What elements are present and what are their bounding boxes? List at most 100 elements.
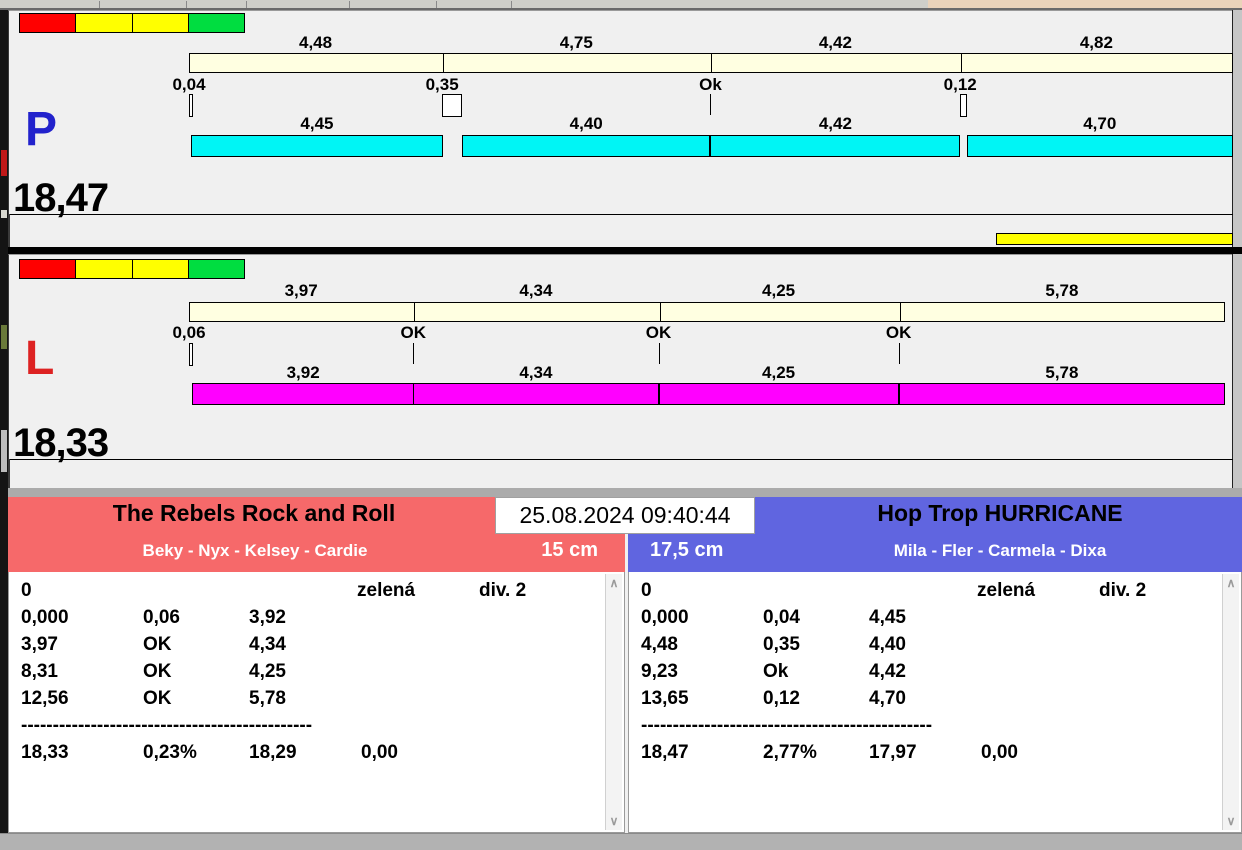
top-toolbar-sliver xyxy=(0,0,1242,10)
lane-p-label: P xyxy=(25,106,57,154)
table-cell: 9,23 xyxy=(641,661,678,683)
leg-time-bar xyxy=(191,135,442,157)
table-cell: 2,77% xyxy=(763,742,817,764)
start-light xyxy=(20,260,76,278)
leg-time-bar xyxy=(192,383,413,405)
team-members: Mila - Fler - Carmela - Dixa xyxy=(758,541,1242,561)
table-row: 12,56OK5,78 xyxy=(9,688,604,715)
table-cell: 0 xyxy=(641,580,652,602)
divider-line xyxy=(9,214,1233,215)
table-cell: ----------------------------------------… xyxy=(641,715,932,737)
split-bottom-label: 4,45 xyxy=(300,115,333,132)
start-light xyxy=(76,14,132,32)
team-members: Beky - Nyx - Kelsey - Cardie xyxy=(8,541,502,561)
leg-time-bar xyxy=(659,383,899,405)
table-cell: 4,40 xyxy=(869,634,906,656)
split-bottom-label: 3,92 xyxy=(287,364,320,381)
table-cell: OK xyxy=(143,661,172,683)
split-top-label: 4,75 xyxy=(560,34,593,51)
table-cell: ----------------------------------------… xyxy=(21,715,312,737)
split-top-label: 4,25 xyxy=(762,282,795,299)
background-window-sliver xyxy=(928,0,1242,8)
scrollbar[interactable]: ∧ ∨ xyxy=(1222,574,1239,830)
table-cell: 0,06 xyxy=(143,607,180,629)
crossing-tick xyxy=(442,94,462,117)
table-cell: 12,56 xyxy=(21,688,69,710)
section-divider-band xyxy=(8,488,1242,497)
team-panel-right: Hop Trop HURRICANE Mila - Fler - Carmela… xyxy=(628,497,1242,833)
table-cell: 0,00 xyxy=(981,742,1018,764)
start-light xyxy=(20,14,76,32)
results-table-right: 0zelenádiv. 20,0000,044,454,480,354,409,… xyxy=(628,572,1242,833)
crossing-tick xyxy=(710,94,711,115)
divider-line xyxy=(9,459,1233,460)
team-panel-left: The Rebels Rock and Roll Beky - Nyx - Ke… xyxy=(8,497,625,833)
leg-time-bar xyxy=(899,383,1226,405)
table-cell: 0,000 xyxy=(21,607,69,629)
table-row: 8,31OK4,25 xyxy=(9,661,604,688)
crossing-tick xyxy=(189,94,193,117)
table-row: 13,650,124,70 xyxy=(629,688,1221,715)
table-cell: 0 xyxy=(21,580,32,602)
table-cell: OK xyxy=(143,634,172,656)
leg-time-bar xyxy=(710,135,960,157)
crossing-mark-label: 0,35 xyxy=(426,76,459,93)
start-lights-l xyxy=(19,259,245,279)
bottom-status-strip xyxy=(0,833,1242,850)
datetime-display: 25.08.2024 09:40:44 xyxy=(495,497,755,534)
results-table-left: 0zelenádiv. 20,0000,063,923,97OK4,348,31… xyxy=(8,572,625,833)
scroll-up-arrow[interactable]: ∧ xyxy=(606,576,622,590)
table-cell: 5,78 xyxy=(249,688,286,710)
table-cell: 4,25 xyxy=(249,661,286,683)
split-bottom-label: 5,78 xyxy=(1045,364,1078,381)
scrollbar[interactable]: ∧ ∨ xyxy=(605,574,622,830)
split-top-label: 5,78 xyxy=(1045,282,1078,299)
lane-p-elapsed-bar xyxy=(189,53,1233,73)
table-cell: 0,000 xyxy=(641,607,689,629)
start-light xyxy=(189,14,244,32)
split-top-label: 3,97 xyxy=(285,282,318,299)
table-row: 0zelenádiv. 2 xyxy=(629,580,1221,607)
crossing-tick xyxy=(960,94,967,117)
crossing-tick xyxy=(189,343,193,366)
table-cell: 0,23% xyxy=(143,742,197,764)
lane-l-label: L xyxy=(25,335,54,383)
start-light xyxy=(133,14,189,32)
table-row: ----------------------------------------… xyxy=(9,715,604,742)
split-top-label: 4,42 xyxy=(819,34,852,51)
start-lights-p xyxy=(19,13,245,33)
leg-time-bar xyxy=(967,135,1233,157)
table-cell: 3,97 xyxy=(21,634,58,656)
scroll-down-arrow[interactable]: ∨ xyxy=(606,814,622,828)
segment-divider xyxy=(711,54,712,72)
scroll-up-arrow[interactable]: ∧ xyxy=(1223,576,1239,590)
table-cell: 4,48 xyxy=(641,634,678,656)
lane-l-elapsed-bar xyxy=(189,302,1225,322)
lane-p-section: P 4,484,754,424,82 0,040,35Ok0,12 4,454,… xyxy=(8,10,1232,247)
table-cell: 17,97 xyxy=(869,742,917,764)
scroll-down-arrow[interactable]: ∨ xyxy=(1223,814,1239,828)
crossing-tick xyxy=(899,343,900,364)
crossing-mark-label: OK xyxy=(646,324,672,341)
table-row: 0zelenádiv. 2 xyxy=(9,580,604,607)
table-cell: 0,04 xyxy=(763,607,800,629)
start-light xyxy=(76,260,132,278)
table-row: 18,330,23%18,290,00 xyxy=(9,742,604,769)
start-light xyxy=(133,260,189,278)
table-row: 9,23Ok4,42 xyxy=(629,661,1221,688)
segment-divider xyxy=(900,303,901,321)
split-bottom-label: 4,40 xyxy=(570,115,603,132)
leg-time-bar xyxy=(413,383,658,405)
jump-height: 15 cm xyxy=(541,539,598,562)
crossing-mark-label: OK xyxy=(886,324,912,341)
crossing-mark-label: 0,04 xyxy=(172,76,205,93)
crossing-mark-label: OK xyxy=(401,324,427,341)
table-cell: 13,65 xyxy=(641,688,689,710)
crossing-mark-label: 0,12 xyxy=(944,76,977,93)
start-light xyxy=(189,260,244,278)
crossing-mark-label: 0,06 xyxy=(172,324,205,341)
table-cell: div. 2 xyxy=(479,580,526,602)
lane-divider xyxy=(8,247,1242,254)
table-row: 18,472,77%17,970,00 xyxy=(629,742,1221,769)
table-row: 3,97OK4,34 xyxy=(9,634,604,661)
